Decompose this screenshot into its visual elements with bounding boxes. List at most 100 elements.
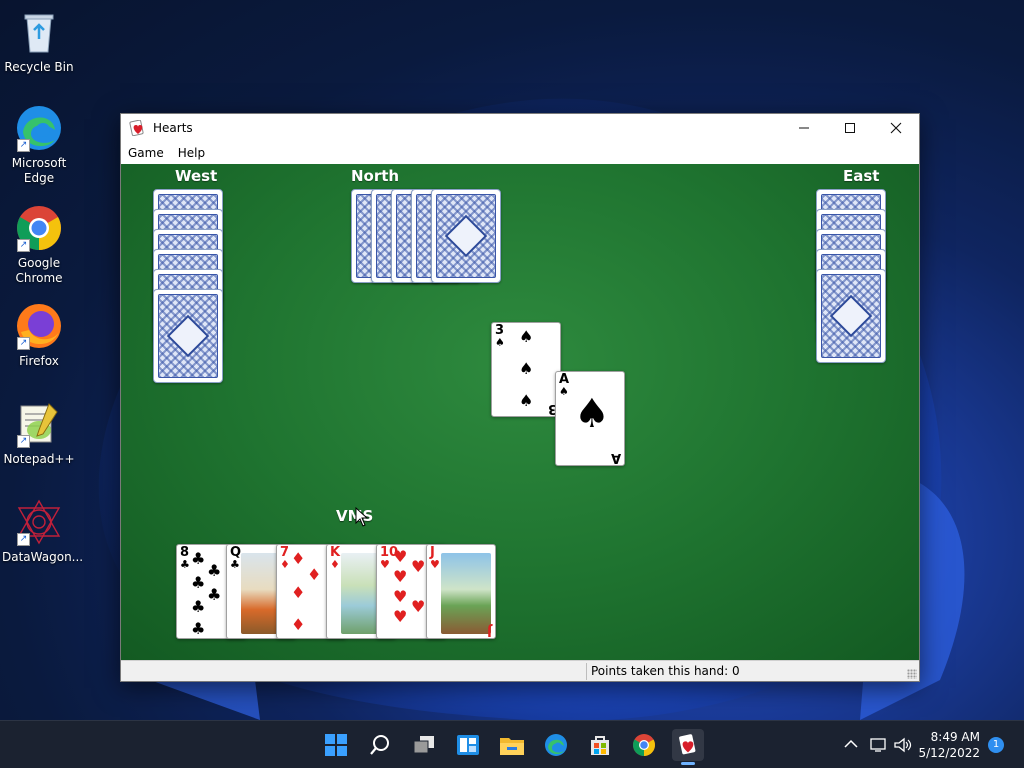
- desktop-icon-firefox[interactable]: ↗ Firefox: [2, 302, 76, 369]
- title-bar[interactable]: Hearts: [121, 114, 919, 142]
- clock[interactable]: 8:49 AM 5/12/2022: [918, 729, 980, 761]
- spade-icon: ♠: [559, 385, 569, 398]
- menu-bar: Game Help: [121, 142, 919, 164]
- desktop-icon-label: Notepad++: [3, 452, 75, 466]
- shortcut-arrow-icon: ↗: [17, 337, 30, 350]
- task-view-icon: [413, 736, 434, 754]
- desktop-icon-label: Microsoft Edge: [11, 156, 67, 185]
- player-name-east: East: [843, 167, 880, 185]
- club-icon: ♣: [230, 558, 240, 571]
- clock-date: 5/12/2022: [918, 746, 980, 760]
- shortcut-arrow-icon: ↗: [17, 435, 30, 448]
- club-icon: ♣: [191, 573, 206, 592]
- diamond-icon: ♦: [307, 565, 322, 584]
- store-button[interactable]: [584, 729, 616, 761]
- player-name-north: North: [351, 167, 400, 185]
- shortcut-arrow-icon: ↗: [17, 139, 30, 152]
- diamond-icon: ♦: [291, 583, 306, 602]
- club-icon: ♣: [191, 619, 206, 638]
- maximize-button[interactable]: [827, 114, 873, 142]
- minimize-button[interactable]: [781, 114, 827, 142]
- active-indicator: [681, 762, 695, 765]
- widgets-icon: [457, 735, 479, 755]
- edge-icon: [545, 734, 567, 756]
- start-button[interactable]: [320, 729, 352, 761]
- menu-help[interactable]: Help: [171, 146, 212, 160]
- edge-icon: ↗: [15, 104, 63, 152]
- club-icon: ♣: [180, 558, 190, 571]
- trick-card-3-spades: 3 ♠ ♠ ♠ ♠ 3: [491, 322, 561, 417]
- window-title: Hearts: [153, 121, 193, 135]
- heart-icon: ♥: [411, 597, 426, 616]
- shortcut-arrow-icon: ↗: [17, 533, 30, 546]
- chrome-taskbar-button[interactable]: [628, 729, 660, 761]
- game-table[interactable]: West North East 3 ♠ ♠ ♠ ♠ 3 A ♠ ♠ A VMS …: [121, 164, 919, 660]
- hearts-window: Hearts Game Help West North East 3 ♠ ♠ ♠…: [120, 113, 920, 682]
- search-button[interactable]: [364, 729, 396, 761]
- club-icon: ♣: [191, 549, 206, 568]
- hand-card-jack-hearts[interactable]: J ♥ J: [426, 544, 496, 639]
- diamond-icon: ♦: [280, 558, 290, 571]
- recycle-bin-icon: [15, 8, 63, 56]
- club-icon: ♣: [191, 597, 206, 616]
- task-view-button[interactable]: [408, 729, 440, 761]
- chrome-icon: [633, 734, 655, 756]
- diamond-icon: ♦: [330, 558, 340, 571]
- heart-icon: ♥: [393, 547, 408, 566]
- notification-badge[interactable]: 1: [988, 737, 1004, 753]
- volume-icon[interactable]: [894, 737, 912, 753]
- card-back: [153, 289, 223, 383]
- start-icon: [325, 734, 347, 756]
- desktop-icon-datawagon[interactable]: ↗ DataWagon...: [2, 498, 84, 565]
- hearts-icon: [679, 734, 696, 755]
- widgets-button[interactable]: [452, 729, 484, 761]
- network-icon[interactable]: [870, 737, 888, 753]
- card-rank: A: [610, 450, 621, 465]
- edge-taskbar-button[interactable]: [540, 729, 572, 761]
- spade-icon: ♠: [495, 336, 505, 349]
- desktop-icon-label: Recycle Bin: [4, 60, 74, 74]
- menu-game[interactable]: Game: [121, 146, 171, 160]
- minimize-icon: [799, 127, 809, 129]
- hearts-app-icon: [129, 120, 144, 136]
- mouse-cursor-icon: [355, 507, 369, 527]
- chrome-icon: ↗: [15, 204, 63, 252]
- notepadpp-icon: ↗: [15, 400, 63, 448]
- card-back: [816, 269, 886, 363]
- club-icon: ♣: [207, 585, 222, 604]
- taskbar: 8:49 AM 5/12/2022 1: [0, 720, 1024, 768]
- desktop-icon-label: Google Chrome: [15, 256, 63, 285]
- chevron-up-icon[interactable]: [844, 739, 858, 749]
- resize-grip-icon[interactable]: [907, 669, 917, 679]
- desktop-icon-label: Firefox: [19, 354, 59, 368]
- shortcut-arrow-icon: ↗: [17, 239, 30, 252]
- clock-time: 8:49 AM: [930, 730, 980, 744]
- file-explorer-icon: [500, 738, 524, 755]
- firefox-icon: ↗: [15, 302, 63, 350]
- desktop-icon-label: DataWagon...: [2, 550, 84, 564]
- heart-icon: ♥: [393, 567, 408, 586]
- club-icon: ♣: [207, 561, 222, 580]
- diamond-icon: ♦: [291, 615, 306, 634]
- hearts-taskbar-button[interactable]: [672, 729, 704, 765]
- close-button[interactable]: [873, 114, 919, 142]
- spade-icon: ♠: [519, 327, 534, 346]
- store-icon: [591, 736, 609, 755]
- points-status: Points taken this hand: 0: [591, 664, 740, 678]
- file-explorer-button[interactable]: [496, 729, 528, 761]
- heart-icon: ♥: [380, 558, 390, 571]
- desktop-icon-chrome[interactable]: ↗ Google Chrome: [2, 204, 76, 286]
- search-icon: [370, 735, 389, 755]
- spade-icon: ♠: [519, 391, 534, 410]
- datawagon-icon: ↗: [15, 498, 63, 546]
- heart-icon: ♥: [411, 557, 426, 576]
- desktop-icon-recycle-bin[interactable]: Recycle Bin: [2, 8, 76, 75]
- heart-icon: ♥: [430, 558, 440, 571]
- desktop-icon-notepadpp[interactable]: ↗ Notepad++: [2, 400, 76, 467]
- card-rank: J: [487, 623, 492, 638]
- heart-icon: ♥: [393, 607, 408, 626]
- bird-nest-art: [441, 553, 491, 634]
- spade-icon: ♠: [574, 391, 610, 437]
- desktop-icon-edge[interactable]: ↗ Microsoft Edge: [2, 104, 76, 186]
- trick-card-ace-spades: A ♠ ♠ A: [555, 371, 625, 466]
